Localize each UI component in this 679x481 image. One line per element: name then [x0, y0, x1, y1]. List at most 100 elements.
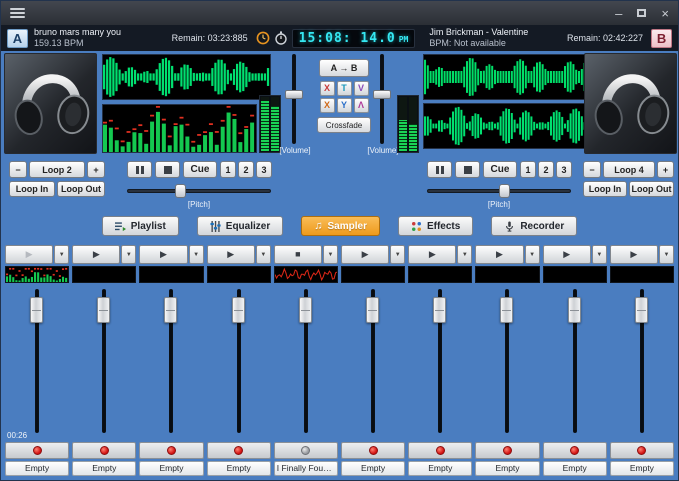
- maximize-button[interactable]: [637, 9, 646, 17]
- deck-b-stop-button[interactable]: [455, 161, 480, 178]
- sampler-dropdown-button[interactable]: ▼: [457, 245, 472, 264]
- sampler-dropdown-button[interactable]: ▼: [256, 245, 271, 264]
- sampler-record-button[interactable]: [207, 442, 271, 459]
- deck-b-loop-minus-button[interactable]: −: [583, 161, 601, 178]
- tab-sampler[interactable]: ♫ Sampler: [301, 216, 380, 236]
- sampler-dropdown-button[interactable]: ▼: [54, 245, 69, 264]
- sampler-play-button[interactable]: ▶: [5, 245, 53, 264]
- deck-a-cue-button[interactable]: Cue: [183, 161, 217, 178]
- deck-a-stop-button[interactable]: [155, 161, 180, 178]
- crossfade-button[interactable]: Crossfade: [317, 117, 371, 133]
- deck-a-hotcue-3-button[interactable]: 3: [256, 161, 272, 178]
- fader-handle[interactable]: [285, 90, 303, 99]
- fader-handle[interactable]: [232, 297, 245, 323]
- deck-b-pitch-slider[interactable]: [427, 184, 571, 198]
- sampler-record-button[interactable]: [72, 442, 136, 459]
- minimize-button[interactable]: –: [615, 7, 622, 20]
- sampler-volume-fader[interactable]: [274, 285, 338, 440]
- deck-b-cue-button[interactable]: Cue: [483, 161, 517, 178]
- menu-icon[interactable]: [10, 8, 25, 18]
- deck-b-loop-out-button[interactable]: Loop Out: [629, 181, 674, 197]
- sampler-play-button[interactable]: ▶: [139, 245, 187, 264]
- sampler-record-button[interactable]: [5, 442, 69, 459]
- sampler-volume-fader[interactable]: [475, 285, 539, 440]
- sampler-record-button[interactable]: [543, 442, 607, 459]
- sampler-volume-fader[interactable]: [543, 285, 607, 440]
- deck-a-hotcue-2-button[interactable]: 2: [238, 161, 254, 178]
- crossfade-curve-button-2[interactable]: T: [337, 81, 352, 96]
- sampler-dropdown-button[interactable]: ▼: [592, 245, 607, 264]
- deck-a-loop-button[interactable]: Loop 2: [29, 161, 85, 178]
- sampler-record-button[interactable]: [341, 442, 405, 459]
- deck-a-hotcue-1-button[interactable]: 1: [220, 161, 236, 178]
- sampler-play-button[interactable]: ▶: [408, 245, 456, 264]
- sampler-play-button[interactable]: ▶: [610, 245, 658, 264]
- deck-b-volume-fader[interactable]: [373, 54, 391, 144]
- sampler-dropdown-button[interactable]: ▼: [121, 245, 136, 264]
- deck-a-headphones-panel: [4, 53, 97, 154]
- sampler-record-button[interactable]: [139, 442, 203, 459]
- sampler-volume-fader[interactable]: [207, 285, 271, 440]
- sampler-volume-fader[interactable]: [139, 285, 203, 440]
- deck-b-loop-plus-button[interactable]: +: [657, 161, 674, 178]
- deck-a-volume-fader[interactable]: [285, 54, 303, 144]
- sampler-play-button[interactable]: ▶: [475, 245, 523, 264]
- crossfade-curve-button-1[interactable]: X: [320, 81, 335, 96]
- sampler-play-button[interactable]: ▶: [207, 245, 255, 264]
- crossfade-curve-button-3[interactable]: V: [354, 81, 369, 96]
- deck-b-loop-in-button[interactable]: Loop In: [583, 181, 627, 197]
- deck-a-loop-minus-button[interactable]: −: [9, 161, 27, 178]
- sampler-dropdown-button[interactable]: ▼: [659, 245, 674, 264]
- fader-handle[interactable]: [373, 90, 391, 99]
- crossfade-curve-button-5[interactable]: Y: [337, 98, 352, 113]
- deck-a-pitch-slider[interactable]: [127, 184, 271, 198]
- fader-handle[interactable]: [30, 297, 43, 323]
- fader-handle[interactable]: [299, 297, 312, 323]
- sampler-play-button[interactable]: ▶: [341, 245, 389, 264]
- sampler-play-button[interactable]: ▶: [543, 245, 591, 264]
- sampler-record-button[interactable]: [610, 442, 674, 459]
- sampler-dropdown-button[interactable]: ▼: [323, 245, 338, 264]
- sampler-volume-fader[interactable]: 00:26: [5, 285, 69, 440]
- a-to-b-button[interactable]: A → B: [319, 59, 369, 77]
- deck-a-pause-button[interactable]: [127, 161, 152, 178]
- deck-b-loop-button[interactable]: Loop 4: [603, 161, 655, 178]
- sampler-volume-fader[interactable]: [408, 285, 472, 440]
- tab-effects[interactable]: Effects: [398, 216, 473, 236]
- sampler-volume-fader[interactable]: [610, 285, 674, 440]
- deck-a-loop-in-button[interactable]: Loop In: [9, 181, 55, 197]
- crossfade-curve-button-6[interactable]: Λ: [354, 98, 369, 113]
- play-icon: ▶: [496, 250, 503, 259]
- sampler-volume-fader[interactable]: [341, 285, 405, 440]
- slider-handle[interactable]: [499, 184, 510, 198]
- deck-b-hotcue-2-button[interactable]: 2: [538, 161, 554, 178]
- tab-recorder[interactable]: Recorder: [491, 216, 577, 236]
- sampler-dropdown-button[interactable]: ▼: [390, 245, 405, 264]
- fader-handle[interactable]: [433, 297, 446, 323]
- sampler-record-button[interactable]: [475, 442, 539, 459]
- fader-handle[interactable]: [568, 297, 581, 323]
- fader-handle[interactable]: [366, 297, 379, 323]
- close-button[interactable]: ×: [661, 7, 669, 20]
- deck-b-pause-button[interactable]: [427, 161, 452, 178]
- crossfade-curve-button-4[interactable]: X: [320, 98, 335, 113]
- sampler-play-button[interactable]: ▶: [72, 245, 120, 264]
- deck-a-loop-plus-button[interactable]: +: [87, 161, 105, 178]
- deck-a-waveform: [102, 54, 271, 100]
- sampler-dropdown-button[interactable]: ▼: [525, 245, 540, 264]
- sampler-record-button[interactable]: [408, 442, 472, 459]
- deck-a-loop-out-button[interactable]: Loop Out: [57, 181, 105, 197]
- sampler-dropdown-button[interactable]: ▼: [189, 245, 204, 264]
- sampler-volume-fader[interactable]: [72, 285, 136, 440]
- sampler-stop-button[interactable]: ■: [274, 245, 322, 264]
- fader-handle[interactable]: [164, 297, 177, 323]
- sampler-record-button[interactable]: [274, 442, 338, 459]
- fader-handle[interactable]: [635, 297, 648, 323]
- fader-handle[interactable]: [97, 297, 110, 323]
- fader-handle[interactable]: [500, 297, 513, 323]
- tab-equalizer[interactable]: Equalizer: [197, 216, 283, 236]
- slider-handle[interactable]: [175, 184, 186, 198]
- tab-playlist[interactable]: Playlist: [102, 216, 179, 236]
- deck-b-hotcue-3-button[interactable]: 3: [556, 161, 572, 178]
- deck-b-hotcue-1-button[interactable]: 1: [520, 161, 536, 178]
